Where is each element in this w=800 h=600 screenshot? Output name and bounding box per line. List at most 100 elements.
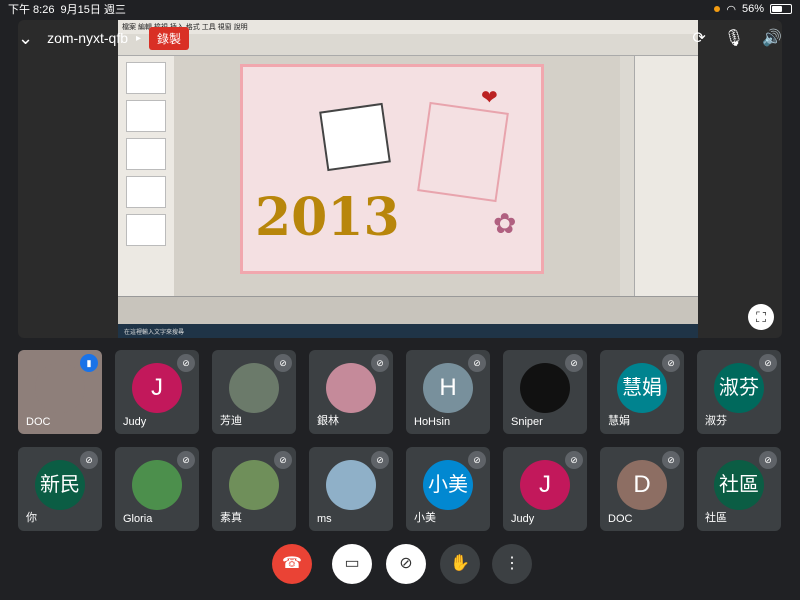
calendar-canvas: ❤ ✿ 2013 [240,64,544,274]
muted-mic-icon: ⊘ [371,451,389,469]
muted-mic-icon: ⊘ [565,451,583,469]
switch-camera-icon[interactable]: ⟳ [692,28,705,48]
shared-screen: 檔案 編輯 檢視 插入 格式 工具 視窗 說明 ❤ ✿ 2013 在這裡輸入文字… [118,20,698,338]
tool-palette [620,56,634,296]
participant-name: ms [317,513,332,525]
avatar: D [617,460,667,510]
taskbar-search: 在這裡輸入文字來搜尋 [124,330,185,336]
speaker-icon[interactable]: 🔊 [762,28,782,48]
expand-arrow-icon[interactable]: ▸ [136,33,141,44]
avatar-photo [132,460,182,510]
avatar: 小美 [423,460,473,510]
muted-mic-icon: ⊘ [468,451,486,469]
participant-name: 素真 [220,512,242,524]
muted-mic-icon: ⊘ [759,354,777,372]
muted-mic-icon: ⊘ [177,451,195,469]
participant-name: Judy [511,513,535,525]
participant-name: DOC [608,513,633,525]
flower-icon: ✿ [493,208,517,239]
participant-name: DOC [26,416,51,428]
meeting-code[interactable]: zom-nyxt-qfb [47,30,128,46]
avatar-photo [229,460,279,510]
presentation-stage: 檔案 編輯 檢視 插入 格式 工具 視窗 說明 ❤ ✿ 2013 在這裡輸入文字… [18,20,782,338]
participant-tile[interactable]: 慧娟 ⊘ 慧娟 [600,350,684,434]
muted-mic-icon: ⊘ [565,354,583,372]
participant-tile[interactable]: ▮ DOC [18,350,102,434]
participant-name: 社區 [705,512,727,524]
avatar: H [423,363,473,413]
call-controls: ☎ ▭ ⊘ ✋ ⋮ [0,544,800,588]
muted-mic-icon: ⊘ [274,451,292,469]
avatar: 慧娟 [617,363,667,413]
participant-tile[interactable]: ⊘ 芳迪 [212,350,296,434]
status-date: 9月15日 週三 [60,4,126,16]
participant-tile[interactable]: J ⊘ Judy [115,350,199,434]
participant-tile[interactable]: ⊘ Sniper [503,350,587,434]
avatar-photo [326,460,376,510]
muted-mic-icon: ⊘ [662,354,680,372]
participant-name: 你 [26,512,37,524]
avatar: 淑芬 [714,363,764,413]
fullscreen-button[interactable]: ⛶ [748,304,774,330]
participant-tile[interactable]: 新民 ⊘ 你 [18,447,102,531]
muted-mic-icon: ⊘ [371,354,389,372]
muted-mic-icon: ⊘ [468,354,486,372]
wifi-icon: ◠ [726,3,736,16]
avatar-photo [229,363,279,413]
muted-mic-icon: ⊘ [759,451,777,469]
participant-name: 慧娟 [608,415,630,427]
end-call-button[interactable]: ☎ [272,544,312,584]
participant-name: 銀林 [317,415,339,427]
collapse-chevron-icon[interactable]: ⌄ [18,28,33,49]
recording-badge: 錄製 [149,26,190,50]
page-thumbnails [118,56,174,296]
participant-tile[interactable]: D ⊘ DOC [600,447,684,531]
participant-name: 淑芬 [705,415,727,427]
participant-tile[interactable]: ⊘ ms [309,447,393,531]
participant-tile[interactable]: ⊘ Gloria [115,447,199,531]
layers-panel [634,56,698,296]
participant-tile[interactable]: J ⊘ Judy [503,447,587,531]
thumbnail [126,176,166,208]
participant-name: HoHsin [414,416,451,428]
participant-name: 芳迪 [220,415,242,427]
participant-tile[interactable]: 淑芬 ⊘ 淑芬 [697,350,781,434]
participant-tile[interactable]: 小美 ⊘ 小美 [406,447,490,531]
avatar: 社區 [714,460,764,510]
year-text: 2013 [255,187,400,248]
thumbnail [126,138,166,170]
mic-off-icon: 🎙 [723,30,745,47]
avatar-photo [326,363,376,413]
windows-taskbar: 在這裡輸入文字來搜尋 [118,324,698,338]
battery-percent: 56% [741,3,764,15]
status-bar: 下午 8:26 9月15日 週三 ◠ 56% [0,0,800,18]
thumbnail [126,100,166,132]
mic-indicator-icon [714,6,721,12]
speaking-indicator-icon: ▮ [80,354,98,372]
participant-tile[interactable]: ⊘ 素真 [212,447,296,531]
avatar: J [520,460,570,510]
status-time: 下午 8:26 [8,4,55,16]
more-options-button[interactable]: ⋮ [492,544,532,584]
participant-tile[interactable]: ⊘ 銀林 [309,350,393,434]
avatar: 新民 [35,460,85,510]
mic-off-button[interactable]: ⊘ [386,544,426,584]
camera-off-button[interactable]: ▭ [332,544,372,584]
participant-tile[interactable]: H ⊘ HoHsin [406,350,490,434]
avatar: J [132,363,182,413]
avatar-photo [35,363,85,413]
meeting-topbar: ⌄ zom-nyxt-qfb ▸ 錄製 ⟳ 🎙 🔊 [0,20,800,56]
muted-mic-icon: ⊘ [80,451,98,469]
heart-icon: ❤ [481,87,498,109]
participant-tile[interactable]: 社區 ⊘ 社區 [697,447,781,531]
raise-hand-button[interactable]: ✋ [440,544,480,584]
thumbnail [126,214,166,246]
participant-name: Gloria [123,513,153,525]
muted-mic-icon: ⊘ [177,354,195,372]
battery-icon [770,4,792,14]
muted-mic-icon: ⊘ [274,354,292,372]
photo-frame [417,101,509,203]
participant-name: Judy [123,416,147,428]
participant-name: Sniper [511,416,543,428]
muted-mic-icon: ⊘ [662,451,680,469]
